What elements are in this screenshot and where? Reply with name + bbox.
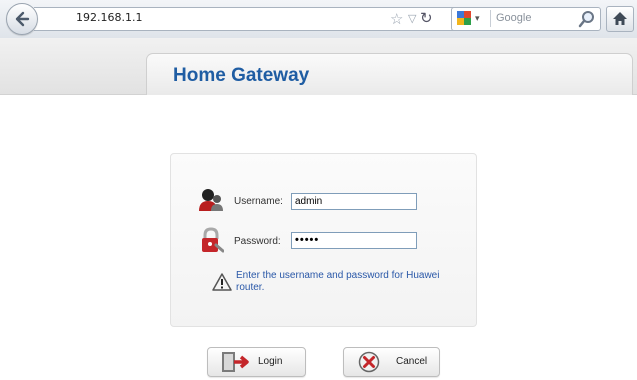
back-button[interactable] bbox=[6, 3, 38, 35]
title-tab: Home Gateway bbox=[146, 53, 633, 95]
page-title: Home Gateway bbox=[173, 65, 310, 86]
lock-icon bbox=[202, 227, 224, 253]
search-input[interactable]: Google bbox=[496, 12, 531, 24]
search-engine-button[interactable]: ▾ bbox=[454, 10, 491, 27]
warning-icon bbox=[212, 273, 232, 291]
search-bar[interactable]: ▾ Google bbox=[451, 7, 601, 31]
page-header: Home Gateway bbox=[0, 38, 637, 95]
bookmark-star-icon[interactable]: ☆ bbox=[390, 10, 403, 28]
login-button[interactable]: Login bbox=[207, 347, 306, 377]
history-dropdown-icon[interactable]: ▽ bbox=[408, 12, 416, 25]
url-text[interactable]: 192.168.1.1 bbox=[76, 11, 142, 24]
google-logo-icon bbox=[457, 11, 471, 25]
cancel-button[interactable]: Cancel bbox=[343, 347, 440, 377]
login-hint: Enter the username and password for Huaw… bbox=[236, 270, 440, 293]
arrow-left-icon bbox=[15, 11, 30, 27]
reload-icon[interactable]: ↻ bbox=[420, 9, 433, 27]
username-field[interactable] bbox=[291, 193, 417, 210]
home-icon bbox=[613, 12, 627, 25]
password-field[interactable]: ••••• bbox=[291, 232, 417, 249]
browser-toolbar: 192.168.1.1 ☆ ▽ ↻ ▾ Google bbox=[0, 0, 637, 39]
user-icon bbox=[199, 189, 223, 211]
login-panel: Username: Password: ••••• Enter the user… bbox=[170, 153, 477, 327]
chevron-down-icon: ▾ bbox=[475, 13, 480, 23]
door-enter-icon bbox=[222, 352, 249, 372]
password-label: Password: bbox=[234, 236, 281, 247]
cancel-label: Cancel bbox=[396, 356, 428, 367]
home-button[interactable] bbox=[606, 6, 634, 32]
cancel-icon bbox=[358, 351, 380, 373]
login-label: Login bbox=[258, 356, 283, 367]
search-icon[interactable] bbox=[578, 10, 596, 28]
username-label: Username: bbox=[234, 196, 283, 207]
